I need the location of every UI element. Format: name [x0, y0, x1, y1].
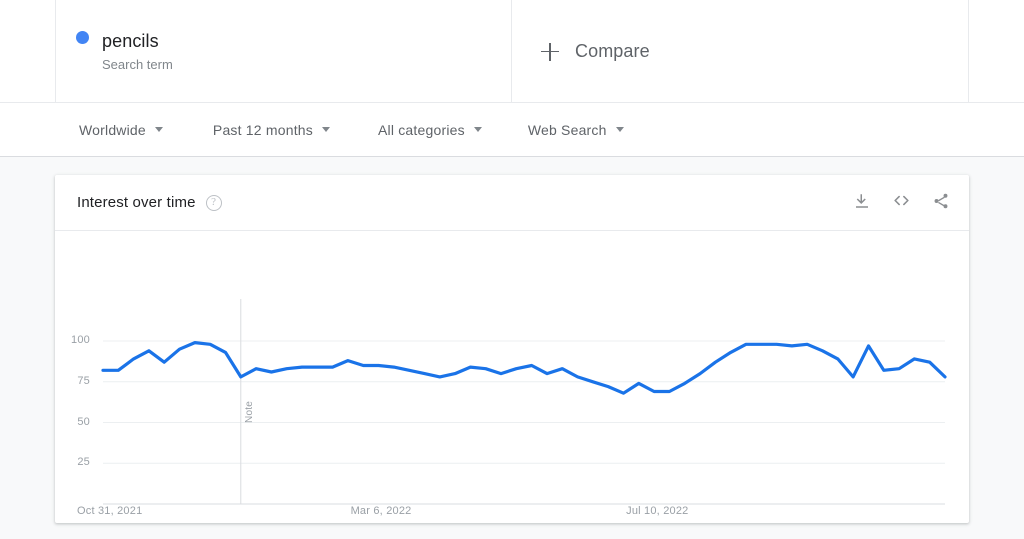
- chevron-down-icon: [155, 127, 163, 132]
- plus-icon: [541, 43, 559, 61]
- x-axis-tick-start: Oct 31, 2021: [77, 505, 142, 517]
- series-color-dot: [76, 31, 89, 44]
- trends-line-chart: 100 75 50 25 Oct 31, 2021 Mar 6, 2022 Ju…: [55, 231, 969, 522]
- y-axis-tick-100: 100: [60, 334, 90, 346]
- x-axis-tick-end: Jul 10, 2022: [626, 505, 688, 517]
- x-axis-tick-middle: Mar 6, 2022: [351, 505, 412, 517]
- card-title: Interest over time: [77, 194, 196, 211]
- chart-svg: [55, 231, 969, 522]
- compare-button[interactable]: Compare: [512, 0, 968, 103]
- y-axis-tick-25: 25: [60, 456, 90, 468]
- filter-search-type-label: Web Search: [528, 122, 607, 138]
- chevron-down-icon: [474, 127, 482, 132]
- search-term-text: pencils Search term: [102, 29, 173, 74]
- chevron-down-icon: [616, 127, 624, 132]
- filter-search-type[interactable]: Web Search: [528, 103, 624, 157]
- card-actions: [853, 175, 950, 231]
- share-icon[interactable]: [932, 192, 950, 215]
- y-axis-tick-50: 50: [60, 416, 90, 428]
- filter-category-label: All categories: [378, 122, 465, 138]
- google-trends-page: pencils Search term Compare Worldwide Pa…: [0, 0, 1024, 539]
- search-term-header: pencils Search term Compare: [0, 0, 1024, 103]
- chevron-down-icon: [322, 127, 330, 132]
- series-line-pencils: [103, 343, 945, 394]
- note-annotation-label: Note: [244, 401, 255, 423]
- download-icon[interactable]: [853, 192, 871, 215]
- card-header: Interest over time ?: [55, 175, 969, 231]
- compare-label: Compare: [575, 41, 650, 62]
- help-icon[interactable]: ?: [206, 195, 222, 211]
- embed-code-icon[interactable]: [892, 191, 911, 215]
- filter-location[interactable]: Worldwide: [79, 103, 163, 157]
- filter-bar: Worldwide Past 12 months All categories …: [0, 103, 1024, 157]
- filter-category[interactable]: All categories: [378, 103, 482, 157]
- interest-over-time-card: Interest over time ?: [55, 175, 969, 523]
- search-term-subtitle: Search term: [102, 55, 173, 74]
- filter-time-range-label: Past 12 months: [213, 122, 313, 138]
- y-axis-tick-75: 75: [60, 375, 90, 387]
- search-term-chip[interactable]: pencils Search term: [55, 0, 511, 103]
- filter-location-label: Worldwide: [79, 122, 146, 138]
- filter-time-range[interactable]: Past 12 months: [213, 103, 330, 157]
- search-term-name: pencils: [102, 29, 173, 53]
- header-divider-right: [968, 0, 969, 103]
